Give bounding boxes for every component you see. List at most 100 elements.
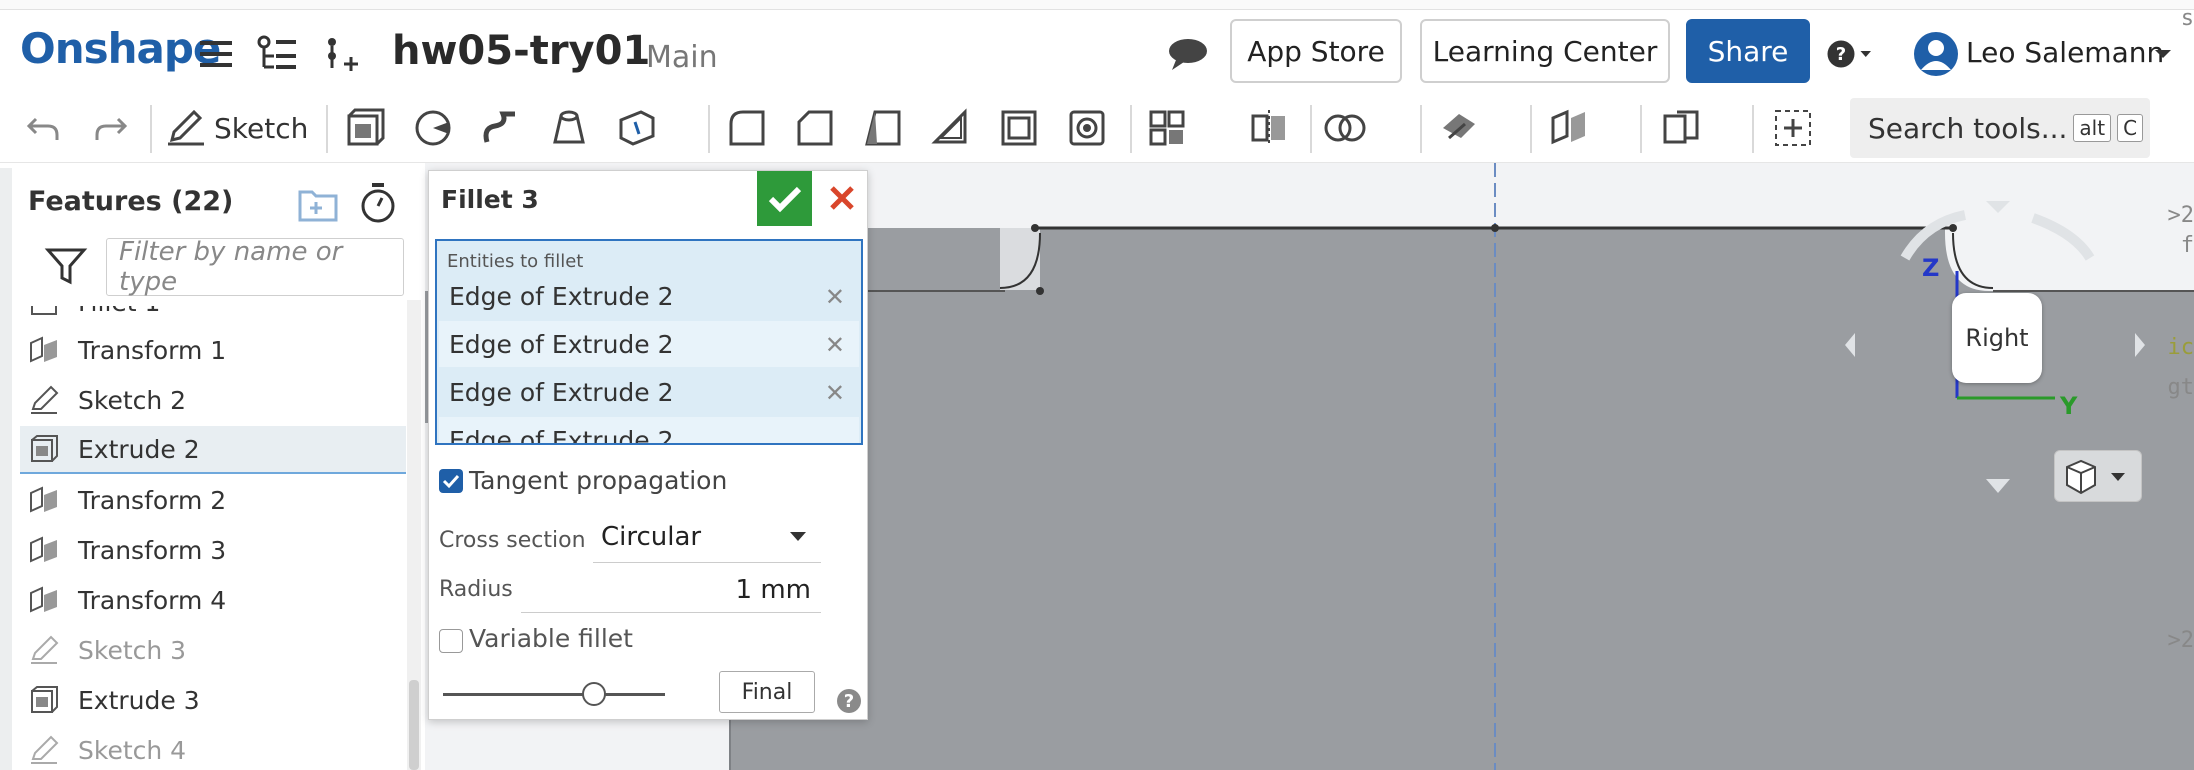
pencil-icon [26,734,62,766]
entity-item[interactable]: Edge of Extrude 2 [439,417,859,445]
feature-item-sketch-4[interactable]: Sketch 4 [20,726,406,770]
rib-tool-icon[interactable] [926,103,976,153]
insert-branch-icon[interactable] [316,30,364,78]
onshape-logo[interactable]: Onshape [20,24,221,73]
feature-list-icon[interactable] [254,30,302,78]
final-button[interactable]: Final [719,671,815,713]
undo-icon[interactable] [18,103,68,153]
view-mode-button[interactable] [2054,450,2142,502]
cancel-button[interactable] [821,177,863,219]
feature-label: Sketch 2 [78,385,187,415]
user-name[interactable]: Leo Salemann [1966,36,2164,69]
document-title[interactable]: hw05-try01 [392,28,650,74]
pencil-icon [168,110,204,146]
toolbar-separator [1640,105,1642,153]
sweep-tool-icon[interactable] [476,103,526,153]
sketch-button[interactable]: Sketch [166,103,310,153]
shell-tool-icon[interactable] [994,103,1044,153]
user-menu-chevron-icon[interactable] [2148,30,2178,78]
feature-label: Transform 2 [78,485,227,515]
variable-fillet-label: Variable fillet [469,624,633,653]
transform-tool-icon[interactable] [1544,103,1594,153]
redo-icon[interactable] [86,103,136,153]
pencil-icon [26,384,62,416]
transform-icon [26,534,62,566]
filter-icon[interactable] [44,244,88,288]
tangent-propagation-checkbox[interactable] [439,469,463,493]
add-folder-icon[interactable] [296,182,342,226]
user-avatar-icon[interactable] [1910,30,1962,78]
radius-input[interactable]: 1 mm [521,567,821,613]
feature-item-sketch-3[interactable]: Sketch 3 [20,626,406,674]
edge-text-3: ic [2167,335,2194,360]
fillet-tool-icon[interactable] [722,103,772,153]
app-store-button[interactable]: App Store [1230,19,1402,83]
accept-button[interactable] [757,171,812,226]
feature-label: Transform 4 [78,585,227,615]
entity-item[interactable]: Edge of Extrude 2 ✕ [439,369,859,415]
boolean-tool-icon[interactable] [1320,103,1370,153]
entity-label: Edge of Extrude 2 [449,425,674,445]
comments-icon[interactable] [1164,30,1212,78]
view-cube-label: Right [1965,324,2029,352]
variable-fillet-checkbox[interactable] [439,629,463,653]
rotate-up-arrow [1986,201,2010,213]
entity-item[interactable]: Edge of Extrude 2 ✕ [439,321,859,367]
share-button[interactable]: Share [1686,19,1810,83]
scrollbar-thumb[interactable] [409,680,419,770]
rollback-slider-thumb[interactable] [581,682,606,706]
chamfer-tool-icon[interactable] [790,103,840,153]
feature-item-transform-4[interactable]: Transform 4 [20,576,406,624]
split-tool-icon[interactable] [1434,103,1484,153]
toolbar-separator [1530,105,1532,153]
view-cube[interactable]: Right [1952,293,2042,383]
radius-label: Radius [439,577,513,602]
toolbar-separator [708,105,710,153]
feature-label: Sketch 3 [78,635,187,665]
search-tools-placeholder: Search tools... [1868,111,2068,145]
help-icon[interactable]: ? [837,689,861,713]
remove-entity-icon[interactable]: ✕ [825,331,845,359]
app-header: Onshape hw05-try01 Main App Store Learni… [0,0,2194,95]
cross-section-select[interactable]: Circular [593,511,821,563]
branch-name[interactable]: Main [646,40,718,75]
help-menu-icon[interactable]: ? [1826,30,1874,78]
remove-entity-icon[interactable]: ✕ [825,283,845,311]
add-custom-feature-icon[interactable] [1768,103,1818,153]
draft-tool-icon[interactable] [858,103,908,153]
pattern-tool-icon[interactable] [1142,103,1192,153]
feature-item-transform-2[interactable]: Transform 2 [20,476,406,524]
hole-tool-icon[interactable] [1062,103,1112,153]
revolve-tool-icon[interactable] [408,103,458,153]
feature-item-extrude-3[interactable]: Extrude 3 [20,676,406,724]
feature-item-transform-1[interactable]: Transform 1 [20,326,406,374]
rollback-timer-icon[interactable] [356,180,400,226]
feature-item-sketch-2[interactable]: Sketch 2 [20,376,406,424]
delete-part-tool-icon[interactable] [1656,103,1706,153]
feature-list-scrollbar[interactable] [407,300,421,770]
toolbar-separator [1752,105,1754,153]
remove-entity-icon[interactable]: ✕ [825,379,845,407]
feature-label: Transform 1 [78,335,227,365]
entity-item[interactable]: Edge of Extrude 2 ✕ [439,273,859,319]
vertex-3 [1491,224,1499,232]
feature-filter-input[interactable]: Filter by name or type [106,237,404,297]
learning-center-button[interactable]: Learning Center [1420,19,1670,83]
extrude-icon [26,684,62,716]
hamburger-menu-icon[interactable] [192,30,240,78]
edge-text-2: f [2180,233,2194,258]
search-tools-input[interactable]: Search tools... alt C [1850,98,2150,158]
entities-selection-box[interactable]: Entities to fillet Edge of Extrude 2 ✕ E… [435,239,863,445]
extrude-tool-icon[interactable] [340,103,390,153]
edge-text-4: gt [2167,375,2194,400]
feature-list-panel: Features (22) Filter by name or type Fil… [0,168,425,770]
feature-item-transform-3[interactable]: Transform 3 [20,526,406,574]
thicken-tool-icon[interactable] [612,103,662,153]
toolbar-separator [1420,105,1422,153]
loft-tool-icon[interactable] [544,103,594,153]
feature-item-fillet-1[interactable]: Fillet 1 [20,306,406,326]
rollback-slider-track[interactable] [443,693,665,696]
fillet-dialog: Fillet 3 Entities to fillet Edge of Extr… [428,170,868,720]
mirror-tool-icon[interactable] [1244,103,1294,153]
feature-item-extrude-2[interactable]: Extrude 2 [20,426,406,474]
